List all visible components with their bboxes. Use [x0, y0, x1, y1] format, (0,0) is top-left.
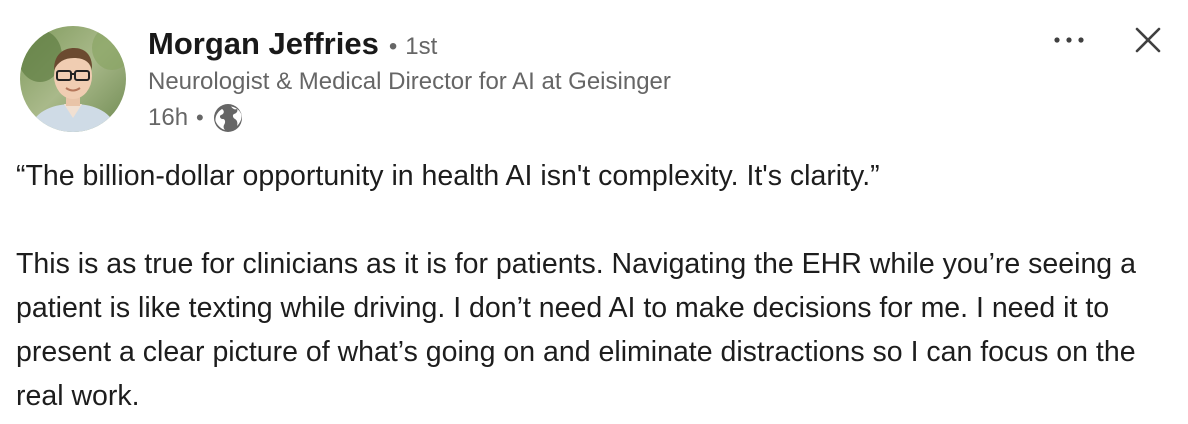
- post-quote: “The billion-dollar opportunity in healt…: [16, 160, 880, 192]
- author-name[interactable]: Morgan Jeffries: [148, 22, 379, 66]
- close-button[interactable]: [1126, 18, 1170, 62]
- post-paragraph: This is as true for clinicians as it is …: [16, 248, 1136, 412]
- name-row: Morgan Jeffries • 1st: [148, 22, 1028, 66]
- more-options-button[interactable]: [1046, 22, 1092, 58]
- close-icon: [1135, 27, 1161, 53]
- time-separator: •: [196, 105, 204, 130]
- more-horizontal-icon: [1054, 37, 1084, 43]
- profile-photo: [20, 26, 126, 132]
- globe-icon: [212, 102, 244, 134]
- author-avatar[interactable]: [20, 26, 126, 132]
- post-meta: 16h •: [148, 100, 1028, 136]
- connection-separator: •: [388, 33, 398, 60]
- author-info: Morgan Jeffries • 1st Neurologist & Medi…: [148, 22, 1028, 136]
- post-time[interactable]: 16h: [148, 104, 188, 132]
- post-card: Morgan Jeffries • 1st Neurologist & Medi…: [0, 0, 1188, 424]
- connection-degree: 1st: [405, 33, 438, 60]
- post-body: “The billion-dollar opportunity in healt…: [16, 154, 1176, 418]
- author-headline: Neurologist & Medical Director for AI at…: [148, 68, 671, 95]
